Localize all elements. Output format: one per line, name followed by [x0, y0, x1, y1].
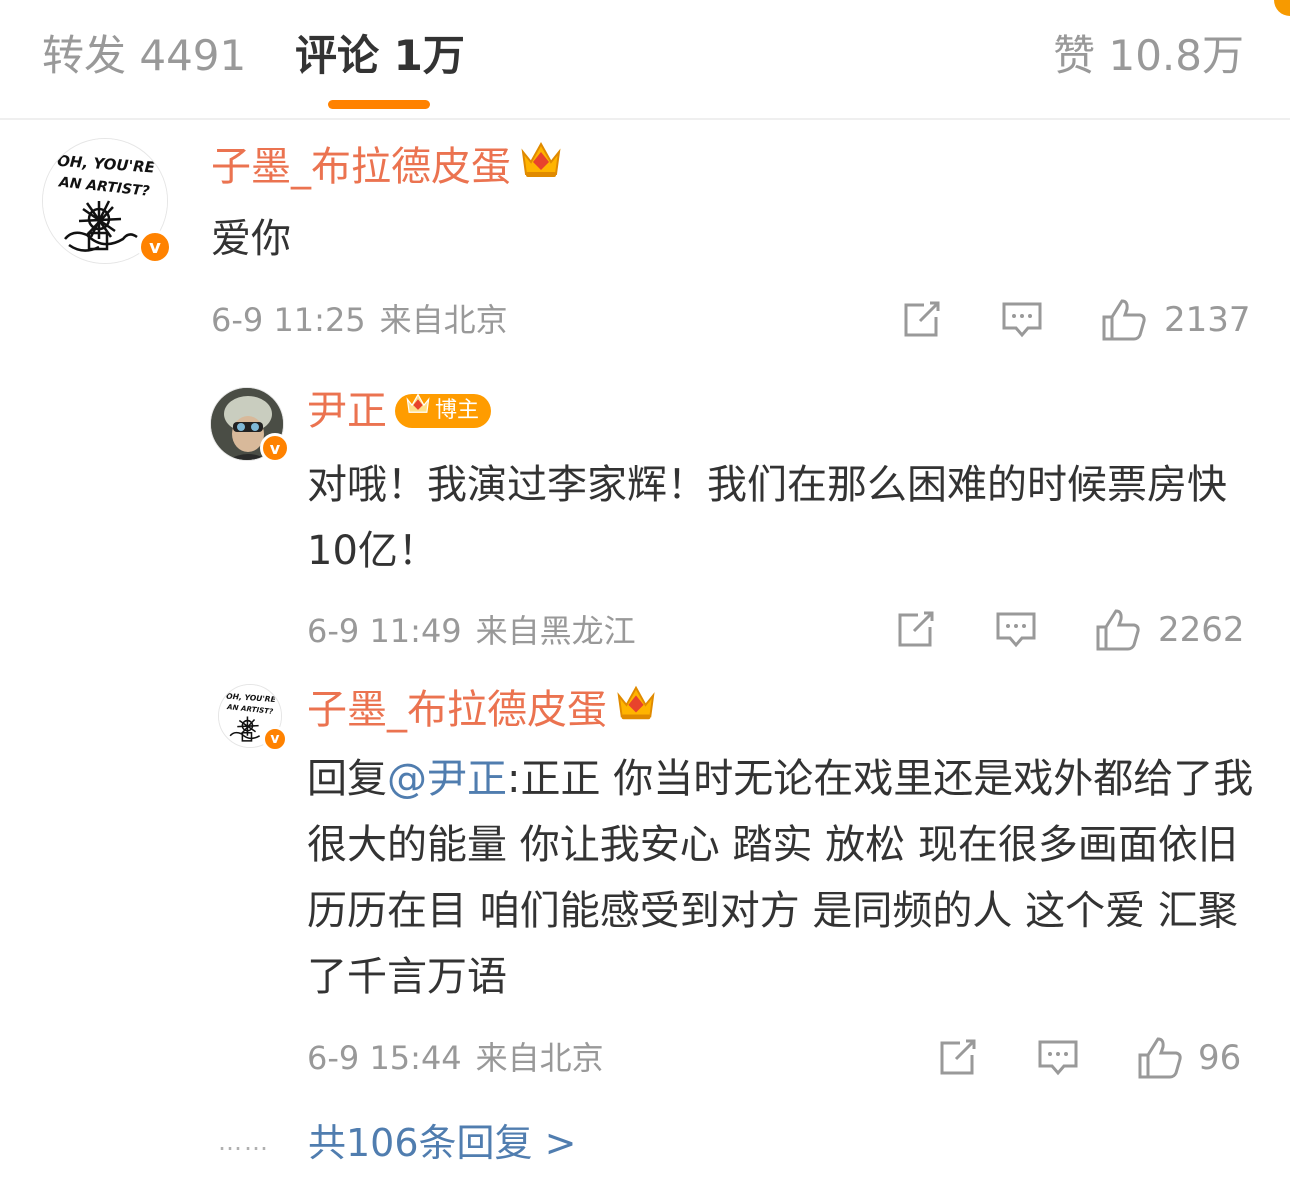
like-icon	[1102, 299, 1146, 341]
comment-icon	[1002, 302, 1042, 338]
reply-text: 回复@尹正:正正 你当时无论在戏里还是戏外都给了我很大的能量 你让我安心 踏实 …	[307, 746, 1257, 1010]
username-text: 尹正	[307, 388, 387, 434]
comment-text: 爱你	[211, 216, 291, 262]
reply-time: 6-9 15:44	[307, 1039, 462, 1077]
comment-actions: 2137	[900, 296, 1251, 344]
tab-like[interactable]: 赞 10.8万	[1053, 28, 1244, 84]
like-icon	[1096, 609, 1140, 651]
author-badge-label: 博主	[435, 398, 480, 423]
repost-button[interactable]	[936, 1037, 978, 1079]
like-count: 2137	[1164, 300, 1251, 340]
like-button[interactable]: 2262	[1094, 607, 1245, 653]
reply-time: 6-9 11:49	[307, 612, 462, 650]
reply-prefix: 回复	[307, 756, 387, 802]
verified-icon: v	[138, 230, 172, 264]
like-button[interactable]: 96	[1136, 1035, 1241, 1081]
avatar[interactable]: OH, YOU'RE AN ARTIST? v	[42, 138, 172, 264]
comment-icon	[996, 612, 1036, 648]
comment-username[interactable]: 子墨_布拉德皮蛋	[211, 138, 563, 195]
verified-icon: v	[262, 726, 288, 752]
mention-link[interactable]: @尹正	[387, 756, 507, 802]
comment-meta: 6-9 11:25 来自北京	[211, 298, 508, 342]
author-badge: 博主	[395, 393, 492, 428]
view-more-replies-link[interactable]: 共106条回复 >	[308, 1117, 576, 1169]
active-tab-indicator	[328, 100, 430, 109]
comment-button[interactable]	[1036, 1036, 1080, 1080]
tab-repost[interactable]: 转发 4491	[42, 28, 246, 84]
tab-comment[interactable]: 评论 1万	[295, 28, 465, 84]
reply-meta: 6-9 11:49 来自黑龙江	[307, 609, 636, 653]
reply-location: 来自北京	[475, 1039, 604, 1077]
verified-icon: v	[260, 433, 290, 463]
repost-button[interactable]	[900, 299, 942, 341]
comment-location: 来自北京	[379, 301, 508, 339]
username-text: 子墨_布拉德皮蛋	[211, 143, 511, 190]
crown-icon	[519, 138, 563, 195]
reply-username[interactable]: 尹正 博主	[307, 385, 492, 437]
like-icon	[1138, 1037, 1182, 1079]
username-text: 子墨_布拉德皮蛋	[307, 686, 607, 733]
avatar[interactable]: OH, YOU'RE AN ARTIST? v	[218, 684, 288, 752]
reply-username[interactable]: 子墨_布拉德皮蛋	[307, 682, 657, 737]
reply-actions: 2262	[894, 606, 1245, 654]
reply-location: 来自黑龙江	[475, 612, 636, 650]
repost-icon	[898, 611, 934, 647]
crown-icon	[405, 385, 431, 437]
like-count: 96	[1198, 1038, 1242, 1078]
repost-icon	[940, 1039, 976, 1075]
more-dots: ……	[218, 1128, 270, 1156]
reply-meta: 6-9 15:44 来自北京	[307, 1036, 604, 1080]
comment-time: 6-9 11:25	[211, 301, 366, 339]
like-button[interactable]: 2137	[1100, 297, 1251, 343]
comment-button[interactable]	[994, 608, 1038, 652]
repost-icon	[904, 301, 940, 337]
repost-button[interactable]	[894, 609, 936, 651]
comment-icon	[1038, 1040, 1078, 1076]
reply-text: 对哦！我演过李家辉！我们在那么困难的时候票房快10亿！	[307, 462, 1227, 574]
avatar[interactable]: v	[210, 387, 290, 463]
reply-actions: 96	[936, 1034, 1241, 1082]
comment-button[interactable]	[1000, 298, 1044, 342]
crown-icon	[615, 682, 657, 737]
tab-bar: 转发 4491 评论 1万 赞 10.8万	[0, 0, 1290, 120]
like-count: 2262	[1158, 610, 1245, 650]
